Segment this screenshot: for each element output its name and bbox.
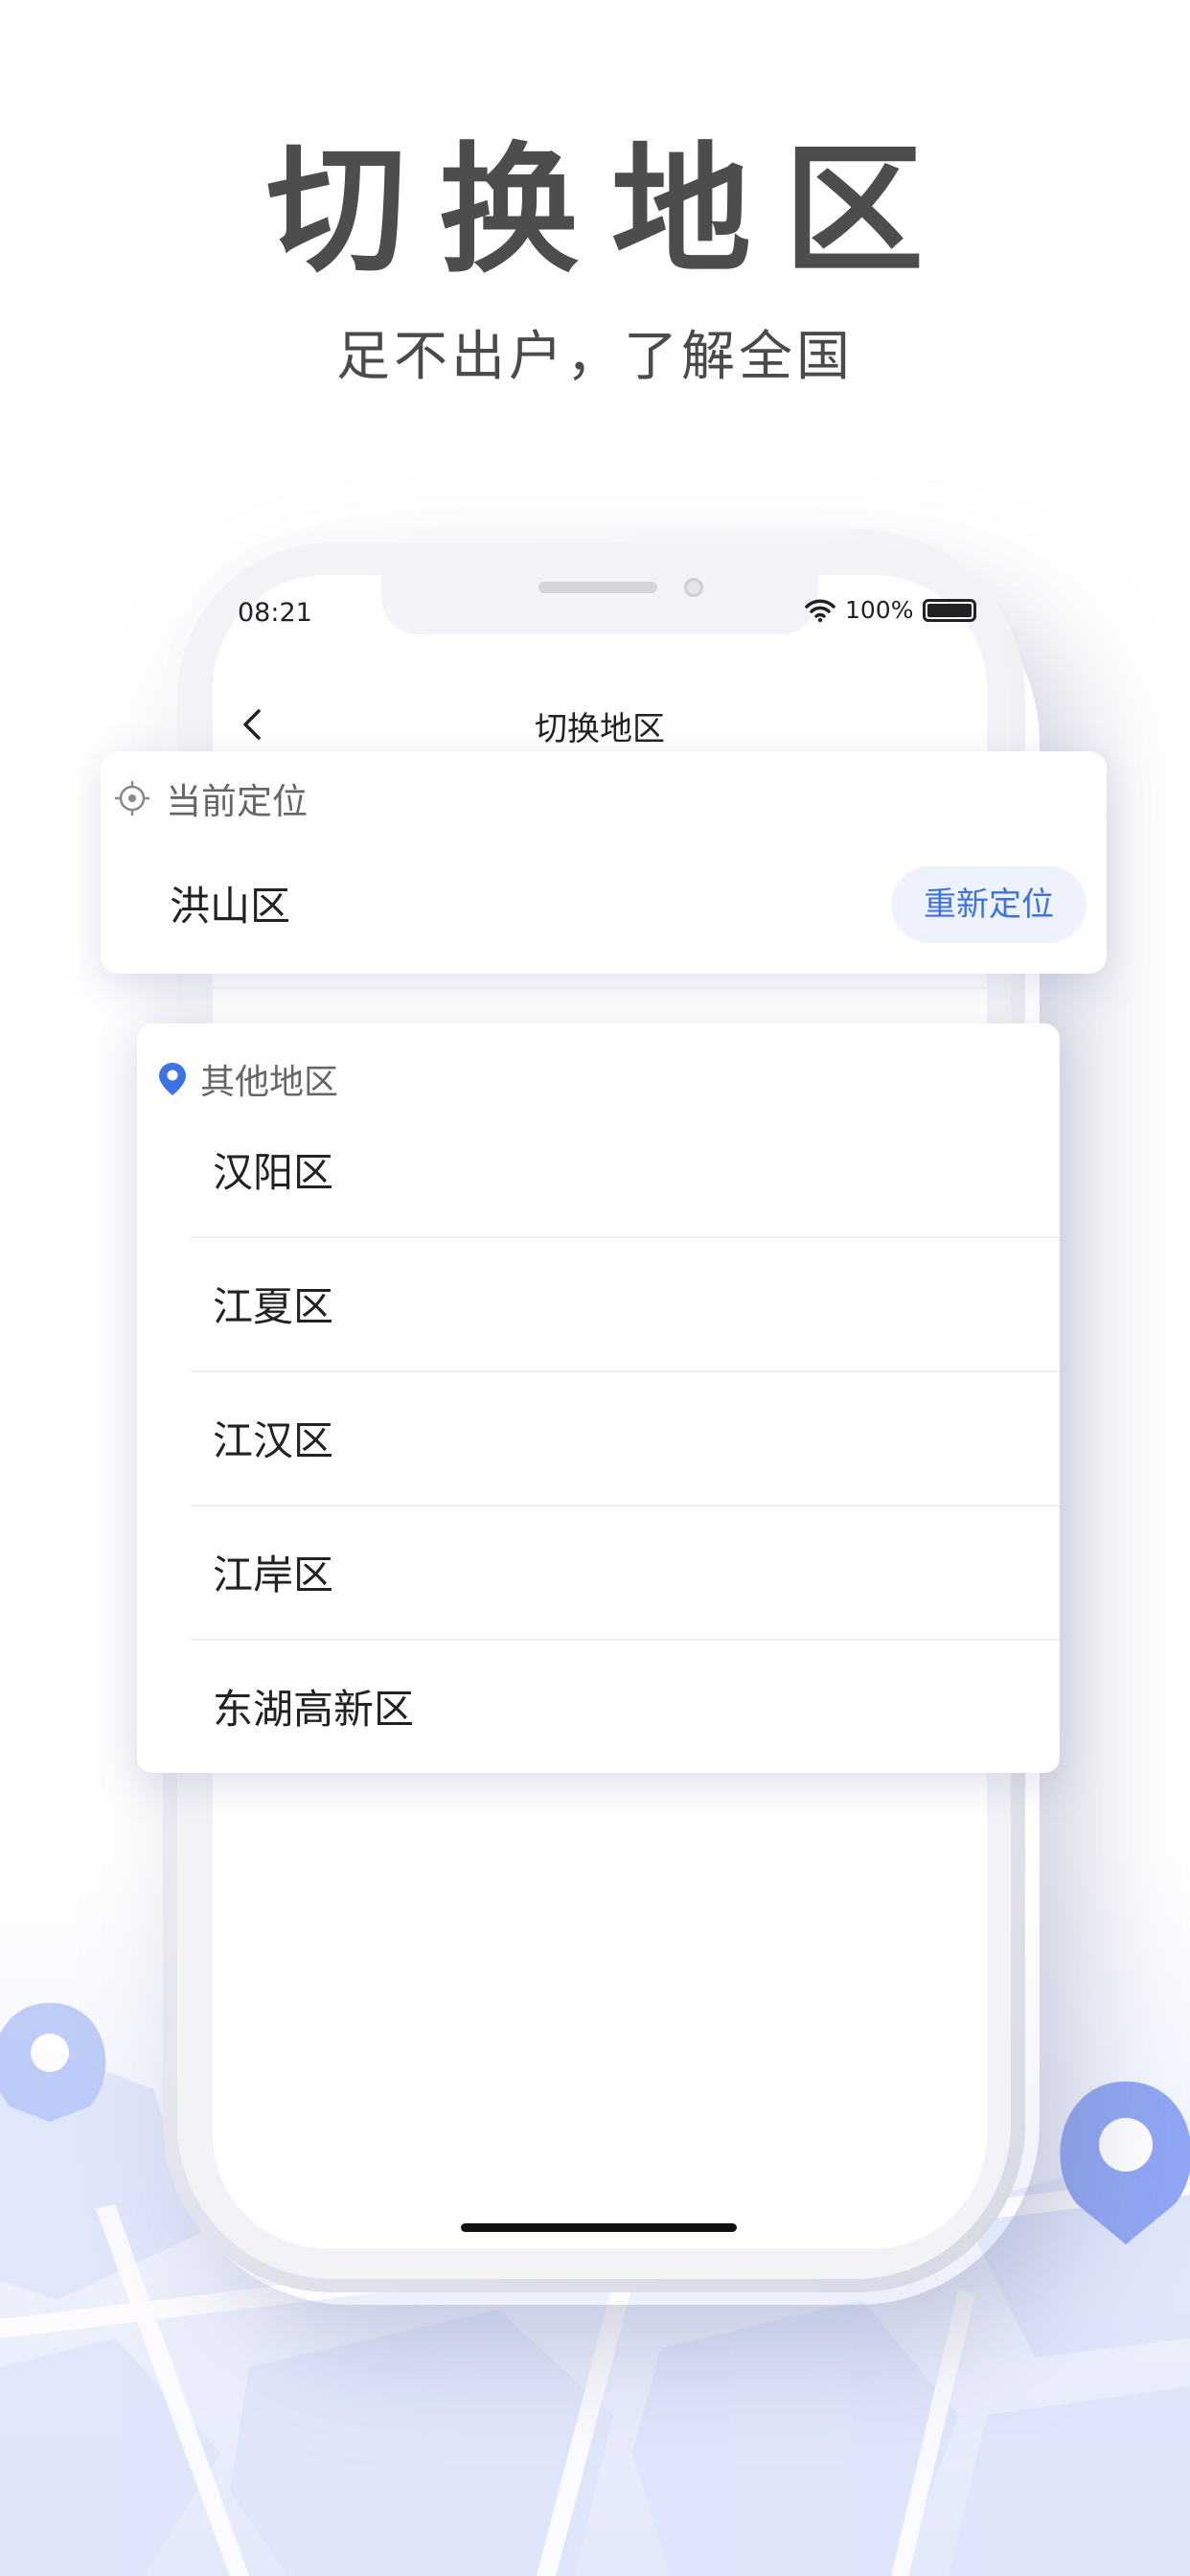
other-districts-label: 其他地区 xyxy=(200,1063,339,1102)
phone-camera xyxy=(684,578,703,597)
district-label: 江岸区 xyxy=(213,1552,334,1598)
list-item[interactable]: 汉阳区 xyxy=(137,1104,1060,1238)
status-indicators: 100% xyxy=(805,596,977,624)
current-location-header: 当前定位 xyxy=(114,772,308,824)
list-item[interactable]: 东湖高新区 xyxy=(137,1641,1060,1775)
other-districts-card: 其他地区 汉阳区 江夏区 江汉区 江岸区 东湖高新区 xyxy=(137,1024,1060,1773)
map-pin-left-icon xyxy=(0,2003,106,2122)
status-time: 08:21 xyxy=(238,598,312,628)
home-indicator[interactable] xyxy=(461,2223,737,2232)
screen-divider xyxy=(213,987,987,989)
battery-level xyxy=(927,603,973,617)
current-district: 洪山区 xyxy=(170,883,291,930)
promo-subtitle: 足不出户，了解全国 xyxy=(336,326,854,388)
phone-speaker xyxy=(538,582,657,593)
list-item[interactable]: 江岸区 xyxy=(137,1506,1060,1641)
location-pin-icon xyxy=(159,1063,186,1095)
locate-target-icon xyxy=(115,781,149,816)
list-item[interactable]: 江夏区 xyxy=(137,1238,1060,1372)
promo-title: 切换地区 xyxy=(266,129,956,292)
page-title: 切换地区 xyxy=(535,710,665,748)
relocate-button[interactable]: 重新定位 xyxy=(891,866,1087,943)
battery-percent: 100% xyxy=(845,596,914,624)
district-label: 江汉区 xyxy=(213,1417,334,1464)
district-label: 东湖高新区 xyxy=(213,1686,415,1733)
district-label: 江夏区 xyxy=(213,1283,334,1330)
district-label: 汉阳区 xyxy=(213,1149,334,1196)
current-location-card: 当前定位 洪山区 重新定位 xyxy=(101,751,1107,974)
other-districts-header: 其他地区 xyxy=(158,1054,338,1104)
current-location-label: 当前定位 xyxy=(166,781,308,822)
district-list: 汉阳区 江夏区 江汉区 江岸区 东湖高新区 xyxy=(137,1104,1060,1775)
wifi-icon xyxy=(805,599,835,622)
list-item[interactable]: 江汉区 xyxy=(137,1372,1060,1506)
battery-icon xyxy=(923,598,977,622)
